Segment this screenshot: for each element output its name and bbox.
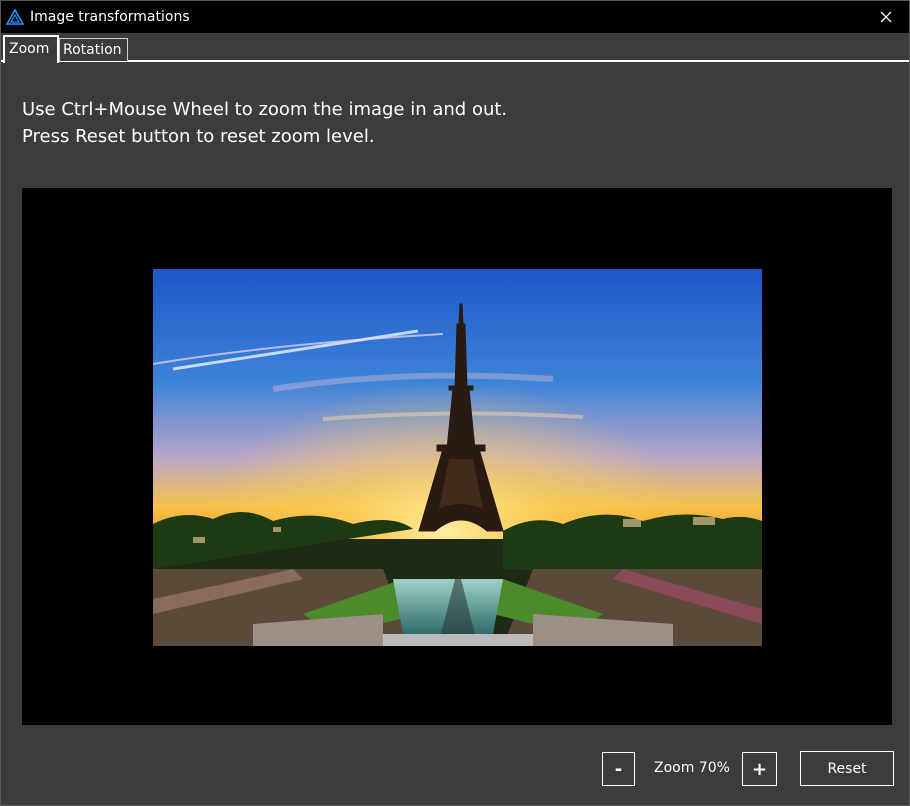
zoom-in-button[interactable]: + [742, 752, 777, 786]
instructions: Use Ctrl+Mouse Wheel to zoom the image i… [22, 96, 507, 150]
app-logo-icon [5, 8, 25, 25]
tab-strip [1, 33, 909, 63]
tab-rotation-label: Rotation [63, 42, 122, 58]
tab-zoom[interactable]: Zoom [3, 35, 59, 63]
eiffel-tower-photo [153, 269, 762, 646]
image-transformations-window: Image transformations Zoom Rotation Use … [0, 0, 910, 806]
image-viewer[interactable] [22, 188, 892, 725]
zoom-out-button[interactable]: - [602, 752, 635, 786]
window-title: Image transformations [30, 9, 190, 25]
reset-button[interactable]: Reset [800, 751, 894, 786]
tab-zoom-label: Zoom [9, 41, 50, 57]
close-button[interactable] [863, 1, 909, 33]
instruction-line-2: Press Reset button to reset zoom level. [22, 126, 375, 147]
tab-rotation[interactable]: Rotation [59, 38, 128, 61]
close-icon [880, 11, 892, 23]
title-bar: Image transformations [1, 1, 909, 33]
instruction-line-1: Use Ctrl+Mouse Wheel to zoom the image i… [22, 99, 508, 120]
zoom-level-label: Zoom 70% [654, 760, 730, 776]
